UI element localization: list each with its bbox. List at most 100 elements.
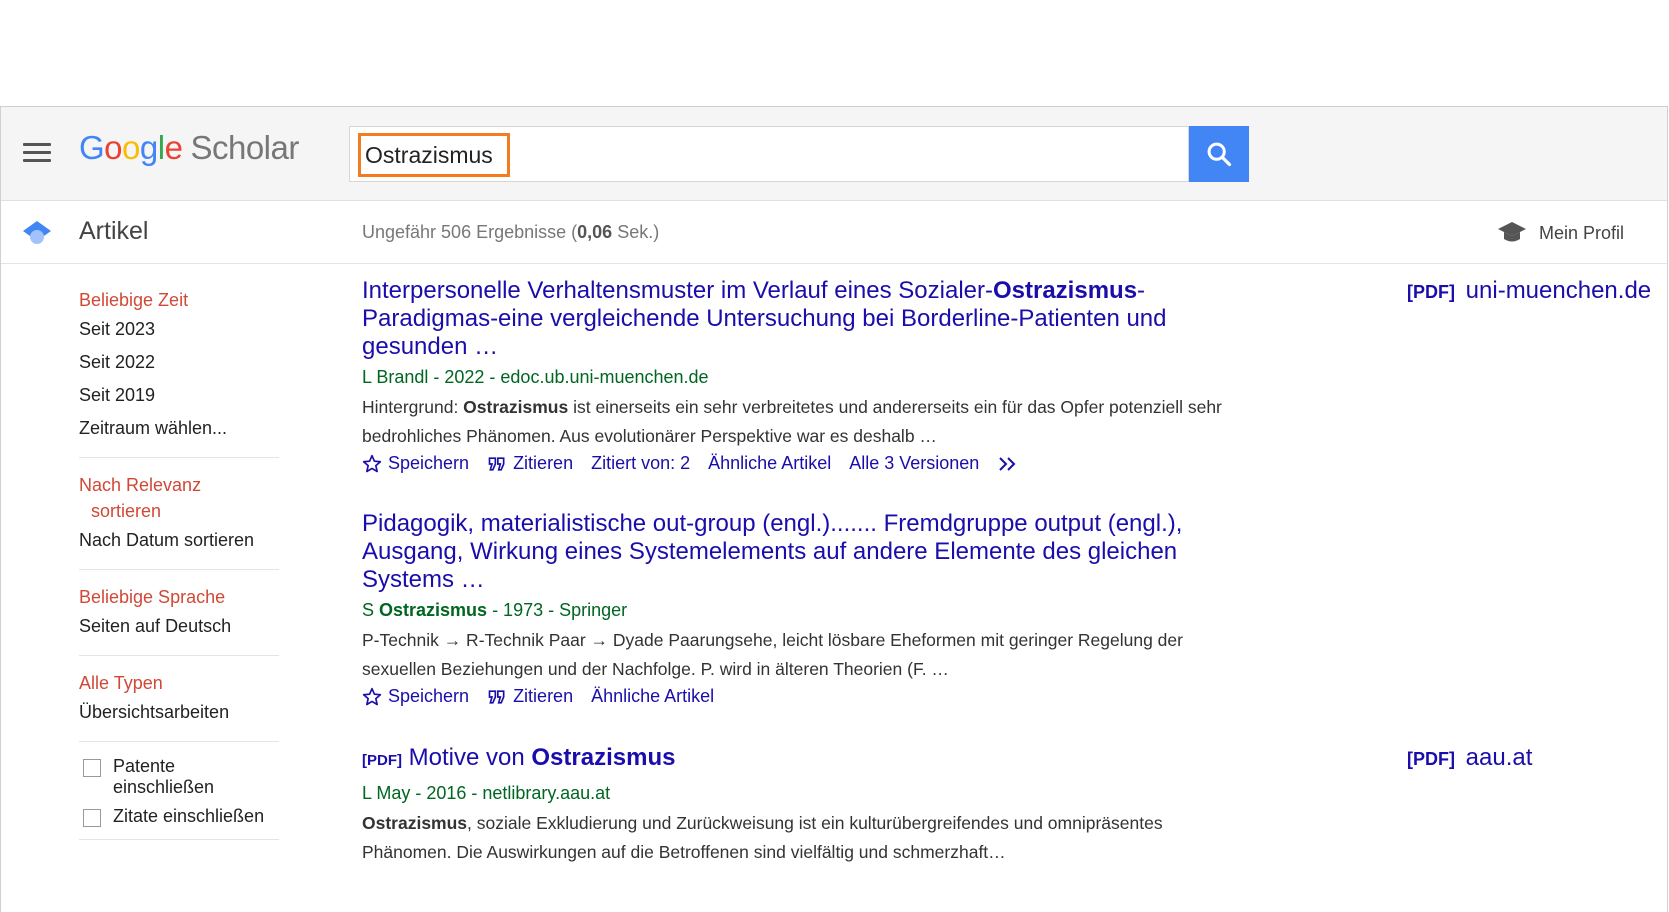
snippet-highlight: Ostrazismus <box>362 813 468 833</box>
save-button[interactable]: Speichern <box>362 686 469 707</box>
pdf-side-link[interactable]: [PDF] aau.at <box>1407 744 1532 772</box>
include-patents-label: Patente einschließen <box>113 756 214 798</box>
include-patents-checkbox[interactable]: Patente einschließen <box>79 756 279 798</box>
articles-icon <box>23 221 51 244</box>
graduation-cap-icon <box>1498 222 1526 242</box>
result-actions: Speichern Zitieren Zitiert von: 2 Ähnlic… <box>362 453 1242 474</box>
subbar: Artikel Ungefähr 506 Ergebnisse (0,06 Se… <box>1 201 1667 264</box>
filter-since-2022[interactable]: Seit 2022 <box>79 346 279 379</box>
filter-any-language[interactable]: Beliebige Sprache <box>79 584 279 610</box>
quote-icon <box>488 689 505 704</box>
logo-letter: e <box>164 129 183 166</box>
quote-icon <box>488 456 505 471</box>
include-patents-line2: einschließen <box>113 777 215 797</box>
filter-review-articles[interactable]: Übersichtsarbeiten <box>79 696 279 729</box>
logo-letter: l <box>157 129 165 166</box>
filter-all-types[interactable]: Alle Typen <box>79 670 279 696</box>
star-icon <box>362 687 382 705</box>
divider <box>79 569 279 570</box>
result-snippet: Ostrazismus, soziale Exkludierung und Zu… <box>362 809 1242 867</box>
sort-by-date[interactable]: Nach Datum sortieren <box>79 524 279 557</box>
meta-text: - 1973 - Springer <box>487 600 628 620</box>
cite-label: Zitieren <box>513 686 574 706</box>
filter-custom-range[interactable]: Zeitraum wählen... <box>79 412 279 445</box>
cited-by-link[interactable]: Zitiert von: 2 <box>591 453 690 474</box>
result-snippet: P-Technik → R-Technik Paar → Dyade Paaru… <box>362 630 1183 679</box>
header: Google Scholar <box>1 107 1667 201</box>
all-versions-link[interactable]: Alle 3 Versionen <box>849 453 979 474</box>
meta-text: S <box>362 600 380 620</box>
pdf-domain: aau.at <box>1465 744 1533 771</box>
logo-letter: G <box>79 129 105 166</box>
sort-relevance-line1: Nach Relevanz <box>79 475 202 495</box>
meta-highlight: Ostrazismus <box>379 600 488 620</box>
filter-since-2023[interactable]: Seit 2023 <box>79 313 279 346</box>
menu-icon[interactable] <box>23 143 51 163</box>
results-time: 0,06 <box>577 222 613 242</box>
related-articles-link[interactable]: Ähnliche Artikel <box>591 686 714 707</box>
snippet-text: , soziale Exkludierung und Zurückweisung… <box>362 813 1163 862</box>
pdf-tag: [PDF] <box>362 752 402 769</box>
logo-letter: o <box>122 129 140 166</box>
result-meta: S Ostrazismus - 1973 - Springer <box>362 598 1242 622</box>
sort-by-relevance[interactable]: Nach Relevanz sortieren <box>79 472 279 524</box>
section-label: Artikel <box>79 217 149 245</box>
results-count: Ungefähr 506 Ergebnisse (0,06 Sek.) <box>362 222 659 243</box>
my-profile-link[interactable]: Mein Profil <box>1497 221 1624 245</box>
sidebar: Beliebige Zeit Seit 2023 Seit 2022 Seit … <box>79 287 279 854</box>
filter-since-2019[interactable]: Seit 2019 <box>79 379 279 412</box>
snippet-highlight: Ostrazismus <box>463 397 569 417</box>
search-box <box>349 126 1189 182</box>
result-title-text: Interpersonelle Verhaltensmuster im Verl… <box>362 277 993 304</box>
pdf-tag: [PDF] <box>1407 282 1455 302</box>
filter-any-time[interactable]: Beliebige Zeit <box>79 287 279 313</box>
search-input[interactable] <box>358 133 510 177</box>
pdf-side-link[interactable]: [PDF] uni-muenchen.de <box>1407 277 1651 305</box>
include-citations-label: Zitate einschließen <box>113 806 265 826</box>
google-scholar-logo[interactable]: Google Scholar <box>79 129 299 167</box>
save-button[interactable]: Speichern <box>362 453 469 474</box>
divider <box>79 741 279 742</box>
result-title-link[interactable]: [PDF] Motive von Ostrazismus <box>362 744 1242 775</box>
result-item: Interpersonelle Verhaltensmuster im Verl… <box>362 277 1242 474</box>
result-title-link[interactable]: Interpersonelle Verhaltensmuster im Verl… <box>362 277 1242 361</box>
pdf-tag: [PDF] <box>1407 749 1455 769</box>
result-title-highlight: Ostrazismus <box>531 744 676 771</box>
search-button[interactable] <box>1189 126 1249 182</box>
my-profile-label: Mein Profil <box>1539 222 1625 243</box>
divider <box>79 839 279 840</box>
browser-content: GoogleScholar Artikel Ungefähr 506 Ergeb… <box>0 106 1668 912</box>
related-articles-link[interactable]: Ähnliche Artikel <box>708 453 831 474</box>
pdf-domain: uni-muenchen.de <box>1465 277 1652 304</box>
checkbox[interactable] <box>83 809 101 827</box>
results-count-prefix: Ungefähr 506 Ergebnisse ( <box>362 222 578 242</box>
checkbox[interactable] <box>83 759 101 777</box>
include-patents-line1: Patente <box>113 756 176 776</box>
result-meta: L Brandl - 2022 - edoc.ub.uni-muenchen.d… <box>362 367 709 387</box>
result-title-text: Motive von <box>408 744 532 771</box>
result-actions: Speichern Zitieren Ähnliche Artikel <box>362 686 1242 707</box>
search-icon <box>1207 142 1232 167</box>
snippet-text: Hintergrund: <box>362 397 464 417</box>
filter-german-pages[interactable]: Seiten auf Deutsch <box>79 610 279 643</box>
results-count-suffix: Sek.) <box>612 222 660 242</box>
save-label: Speichern <box>388 686 470 706</box>
logo-letter: g <box>139 129 158 166</box>
cite-button[interactable]: Zitieren <box>487 686 573 707</box>
result-item: Pidagogik, materialistische out-group (e… <box>362 510 1242 707</box>
logo-letter: o <box>104 129 123 166</box>
logo-scholar-text: Scholar <box>190 129 299 166</box>
result-meta: L May - 2016 - netlibrary.aau.at <box>362 783 611 803</box>
more-chevron-icon[interactable] <box>997 455 1019 473</box>
include-citations-checkbox[interactable]: Zitate einschließen <box>79 806 279 827</box>
result-title-link[interactable]: Pidagogik, materialistische out-group (e… <box>362 510 1242 594</box>
cite-label: Zitieren <box>513 453 574 473</box>
sort-relevance-line2: sortieren <box>91 501 162 521</box>
result-item: [PDF] Motive von Ostrazismus L May - 201… <box>362 744 1242 867</box>
result-snippet: Hintergrund: Ostrazismus ist einerseits … <box>362 393 1242 451</box>
cite-button[interactable]: Zitieren <box>487 453 573 474</box>
divider <box>79 457 279 458</box>
result-title-highlight: Ostrazismus <box>992 277 1138 304</box>
star-icon <box>362 454 382 472</box>
save-label: Speichern <box>388 453 470 473</box>
